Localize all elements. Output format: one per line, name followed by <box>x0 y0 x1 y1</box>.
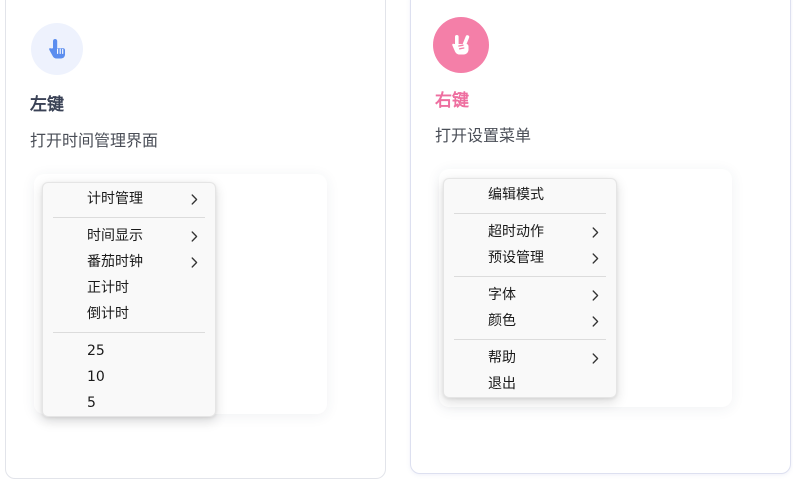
right-context-menu: 编辑模式超时动作预设管理字体颜色帮助退出 <box>443 178 617 398</box>
menu-item-entry-0[interactable]: 编辑模式 <box>444 182 616 208</box>
menu-item-label: 倒计时 <box>87 306 129 322</box>
menu-item-entry-4[interactable]: 颜色 <box>444 308 616 334</box>
chevron-right-icon <box>590 308 600 334</box>
menu-item-25[interactable]: 25 <box>43 338 215 364</box>
menu-item-entry-2[interactable]: 番茄时钟 <box>43 249 215 275</box>
chevron-right-icon <box>590 282 600 308</box>
pointer-hand-icon <box>49 39 65 59</box>
menu-item-entry-4[interactable]: 倒计时 <box>43 301 215 327</box>
menu-separator <box>454 276 606 277</box>
chevron-right-icon <box>189 249 199 275</box>
menu-separator <box>53 217 205 218</box>
chevron-right-icon <box>590 245 600 271</box>
menu-separator <box>454 339 606 340</box>
menu-item-label: 预设管理 <box>488 250 544 266</box>
menu-item-label: 帮助 <box>488 350 516 366</box>
rock-hand-icon <box>452 35 470 55</box>
menu-item-entry-6[interactable]: 退出 <box>444 371 616 397</box>
menu-item-label: 5 <box>87 395 96 411</box>
menu-item-label: 超时动作 <box>488 224 544 240</box>
left-click-card: 左键 打开时间管理界面 计时管理时间显示番茄时钟正计时倒计时 25 10 5 <box>5 0 386 479</box>
right-click-card: 右键 打开设置菜单 编辑模式超时动作预设管理字体颜色帮助退出 <box>410 0 791 474</box>
menu-item-label: 颜色 <box>488 313 516 329</box>
menu-item-label: 退出 <box>488 376 516 392</box>
menu-item-label: 25 <box>87 343 105 359</box>
menu-item-entry-5[interactable]: 帮助 <box>444 345 616 371</box>
left-click-title: 左键 <box>30 95 64 115</box>
chevron-right-icon <box>189 186 199 212</box>
menu-item-5[interactable]: 5 <box>43 390 215 416</box>
chevron-right-icon <box>189 223 199 249</box>
chevron-right-icon <box>590 345 600 371</box>
menu-item-entry-0[interactable]: 计时管理 <box>43 186 215 212</box>
right-click-description: 打开设置菜单 <box>435 126 532 145</box>
menu-item-label: 编辑模式 <box>488 187 544 203</box>
menu-item-entry-2[interactable]: 预设管理 <box>444 245 616 271</box>
left-click-description: 打开时间管理界面 <box>30 131 159 150</box>
menu-item-label: 番茄时钟 <box>87 254 143 270</box>
menu-item-label: 时间显示 <box>87 228 143 244</box>
menu-item-10[interactable]: 10 <box>43 364 215 390</box>
chevron-right-icon <box>590 219 600 245</box>
menu-separator <box>53 332 205 333</box>
menu-item-entry-1[interactable]: 时间显示 <box>43 223 215 249</box>
menu-item-label: 字体 <box>488 287 516 303</box>
menu-item-label: 计时管理 <box>87 191 143 207</box>
menu-item-label: 10 <box>87 369 105 385</box>
right-click-icon-badge <box>433 17 489 73</box>
left-click-icon-badge <box>31 23 83 75</box>
menu-item-label: 正计时 <box>87 280 129 296</box>
menu-item-entry-3[interactable]: 字体 <box>444 282 616 308</box>
left-context-menu: 计时管理时间显示番茄时钟正计时倒计时 25 10 5 <box>42 182 216 417</box>
menu-separator <box>454 213 606 214</box>
right-click-title: 右键 <box>435 91 469 111</box>
menu-item-entry-1[interactable]: 超时动作 <box>444 219 616 245</box>
menu-item-entry-3[interactable]: 正计时 <box>43 275 215 301</box>
